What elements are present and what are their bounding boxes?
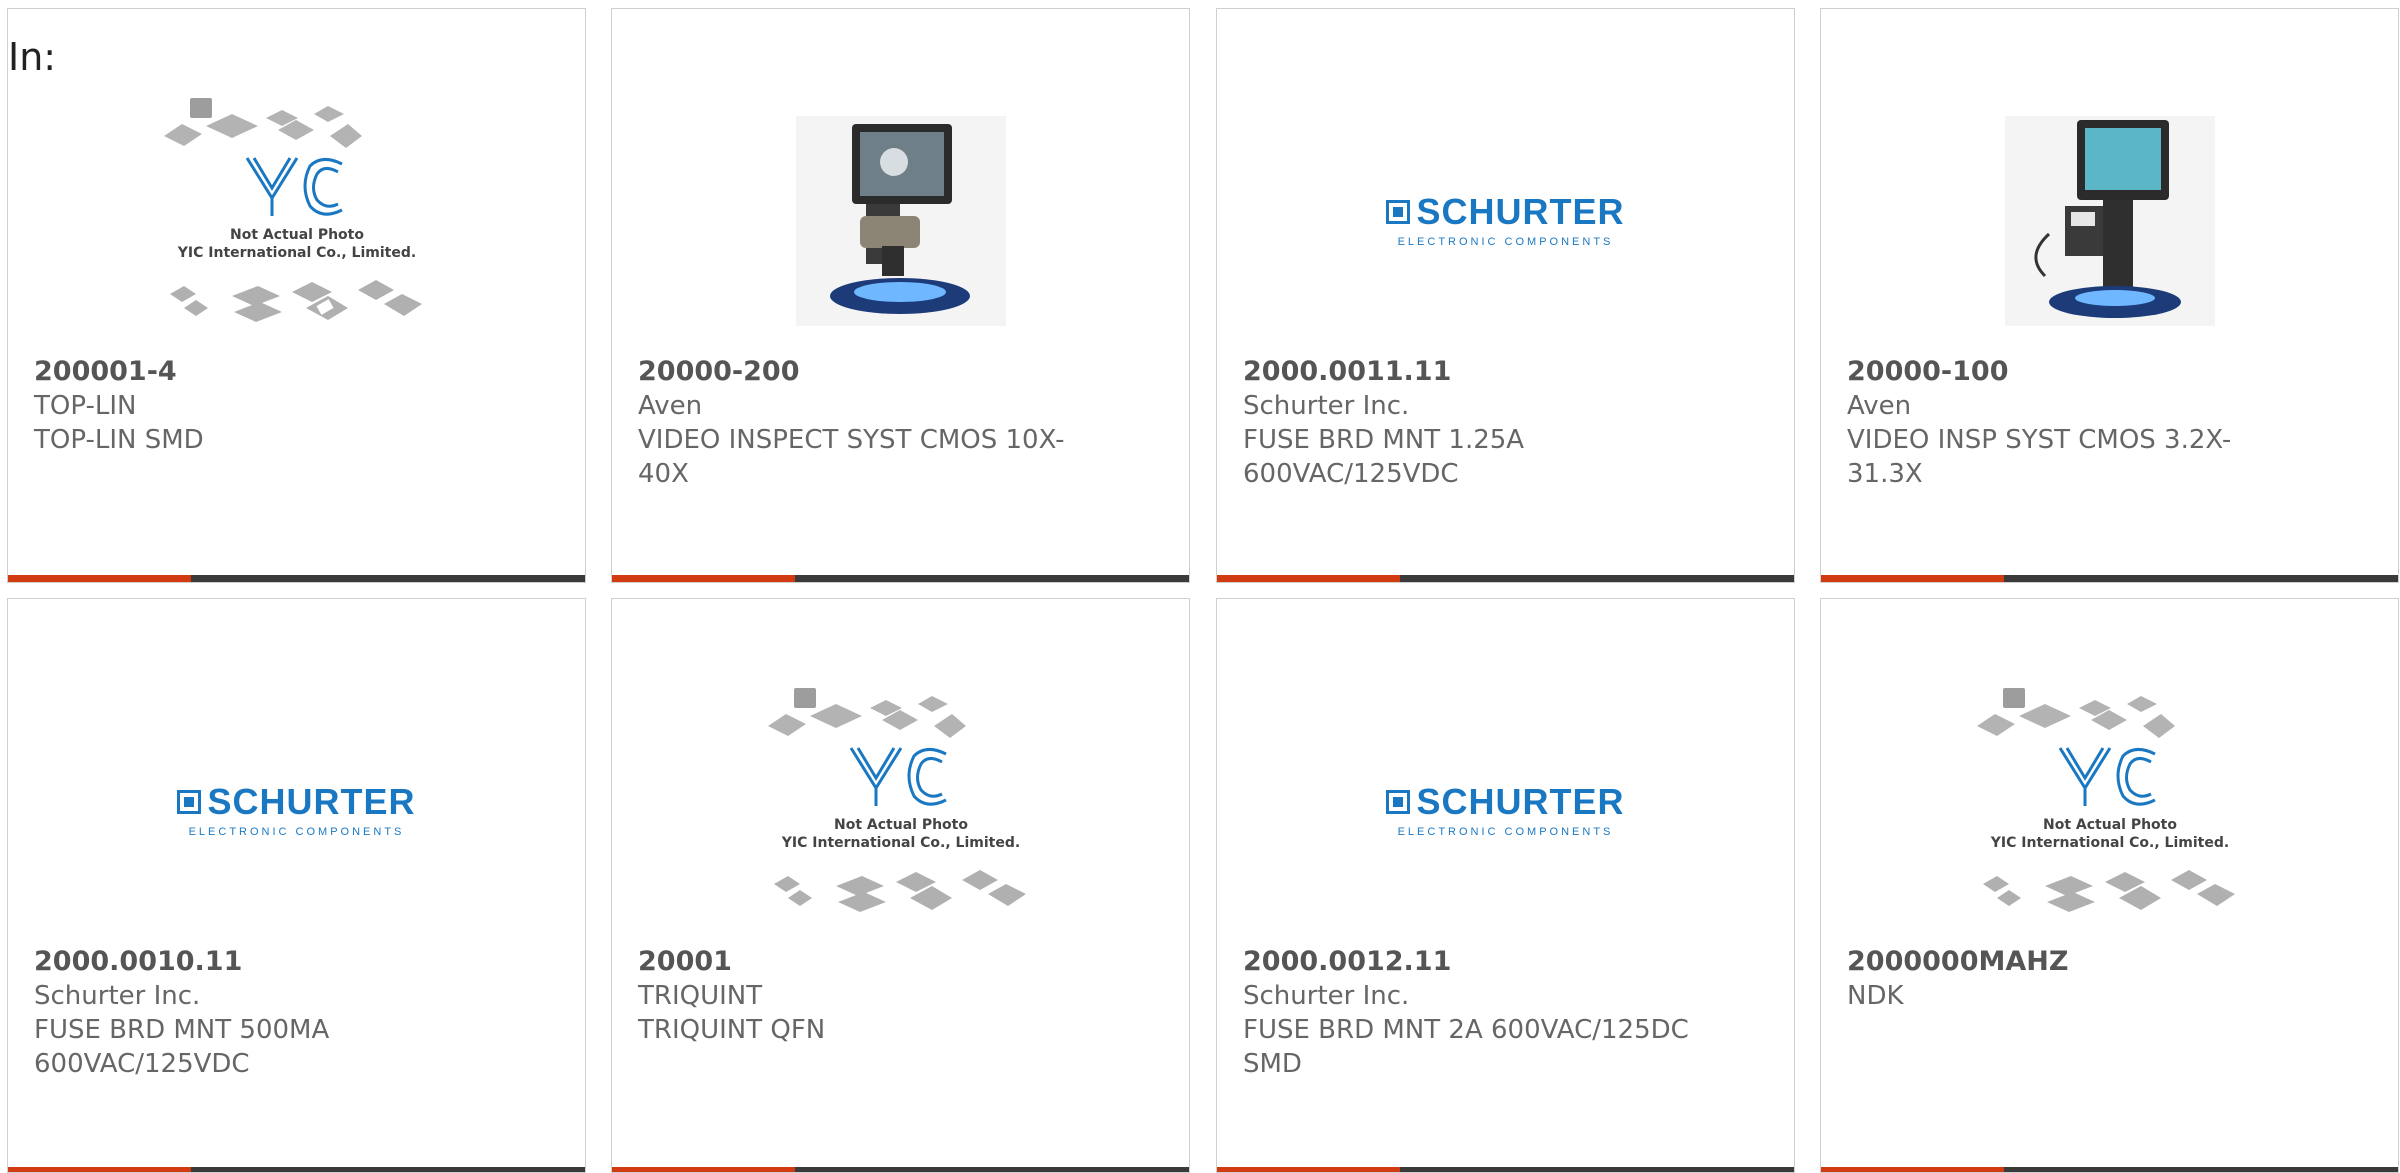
placeholder-line1: Not Actual Photo [230, 227, 364, 243]
schurter-tagline: ELECTRONIC COMPONENTS [1397, 826, 1614, 838]
manufacturer: Schurter Inc. [1243, 391, 1410, 421]
schurter-logo: SCHURTER ELECTRONIC COMPONENTS [177, 784, 415, 838]
video-inspection-system-image [2004, 116, 2215, 326]
description: FUSE BRD MNT 1.25A 600VAC/125VDC [1243, 425, 1525, 489]
description: TOP-LIN SMD [34, 425, 204, 455]
product-card[interactable]: Not Actual Photo YIC International Co., … [7, 8, 586, 583]
schurter-mark-icon [1386, 200, 1411, 224]
part-number: 2000.0011.11 [1243, 356, 1452, 387]
product-card[interactable]: SCHURTER ELECTRONIC COMPONENTS 2000.0010… [7, 598, 586, 1173]
schurter-wordmark: SCHURTER [1416, 781, 1625, 822]
schurter-tagline: ELECTRONIC COMPONENTS [188, 826, 405, 838]
manufacturer: Aven [1847, 391, 1912, 421]
part-number: 20000-200 [638, 356, 800, 387]
schurter-wordmark: SCHURTER [1416, 191, 1625, 232]
part-number: 20000-100 [1847, 356, 2009, 387]
part-number: 2000.0012.11 [1243, 946, 1452, 977]
part-number: 200001-4 [34, 356, 177, 387]
product-image: Not Actual Photo YIC International Co., … [8, 91, 585, 351]
manufacturer: NDK [1847, 981, 1904, 1011]
card-accent-bar [1217, 575, 1794, 582]
card-accent-bar [1821, 1167, 2398, 1172]
placeholder-line2: YIC International Co., Limited. [176, 245, 415, 261]
schurter-mark-icon [1386, 790, 1411, 814]
product-card[interactable]: 20000-200 Aven VIDEO INSPECT SYST CMOS 1… [611, 8, 1190, 583]
product-image: Not Actual Photo YIC International Co., … [1821, 681, 2398, 941]
placeholder-line2: YIC International Co., Limited. [1989, 835, 2228, 851]
manufacturer: Schurter Inc. [34, 981, 201, 1011]
product-image [612, 91, 1189, 351]
product-image: SCHURTER ELECTRONIC COMPONENTS [1217, 91, 1794, 351]
video-inspection-system-image [795, 116, 1006, 326]
card-accent-bar [8, 575, 585, 582]
card-accent-bar [612, 1167, 1189, 1172]
product-card[interactable]: SCHURTER ELECTRONIC COMPONENTS 2000.0012… [1216, 598, 1795, 1173]
schurter-logo: SCHURTER ELECTRONIC COMPONENTS [1386, 194, 1624, 248]
manufacturer: TOP-LIN [34, 391, 137, 421]
product-image [1821, 91, 2398, 351]
placeholder-line1: Not Actual Photo [834, 817, 968, 833]
part-number: 2000000MAHZ [1847, 946, 2069, 977]
placeholder-line1: Not Actual Photo [2043, 817, 2177, 833]
placeholder-line2: YIC International Co., Limited. [780, 835, 1019, 851]
yic-placeholder-image: Not Actual Photo YIC International Co., … [163, 98, 422, 322]
product-image: Not Actual Photo YIC International Co., … [612, 681, 1189, 941]
yic-placeholder-image: Not Actual Photo YIC International Co., … [767, 688, 1026, 912]
part-number: 20001 [638, 946, 732, 977]
product-card[interactable]: Not Actual Photo YIC International Co., … [1820, 598, 2399, 1173]
schurter-logo: SCHURTER ELECTRONIC COMPONENTS [1386, 784, 1624, 838]
schurter-tagline: ELECTRONIC COMPONENTS [1397, 236, 1614, 248]
card-accent-bar [1217, 1167, 1794, 1172]
card-accent-bar [612, 575, 1189, 582]
in-label: In: [8, 35, 57, 79]
description: TRIQUINT QFN [638, 1015, 826, 1045]
manufacturer: Schurter Inc. [1243, 981, 1410, 1011]
product-card[interactable]: SCHURTER ELECTRONIC COMPONENTS 2000.0011… [1216, 8, 1795, 583]
product-card[interactable]: 20000-100 Aven VIDEO INSP SYST CMOS 3.2X… [1820, 8, 2399, 583]
card-accent-bar [1821, 575, 2398, 582]
product-card[interactable]: Not Actual Photo YIC International Co., … [611, 598, 1190, 1173]
card-accent-bar [8, 1167, 585, 1172]
description: FUSE BRD MNT 500MA 600VAC/125VDC [34, 1015, 330, 1079]
manufacturer: Aven [638, 391, 703, 421]
product-image: SCHURTER ELECTRONIC COMPONENTS [8, 681, 585, 941]
description: VIDEO INSP SYST CMOS 3.2X-31.3X [1847, 425, 2232, 489]
yic-placeholder-image: Not Actual Photo YIC International Co., … [1976, 688, 2235, 912]
manufacturer: TRIQUINT [638, 981, 763, 1011]
description: FUSE BRD MNT 2A 600VAC/125DC SMD [1243, 1015, 1689, 1079]
product-image: SCHURTER ELECTRONIC COMPONENTS [1217, 681, 1794, 941]
description: VIDEO INSPECT SYST CMOS 10X-40X [638, 425, 1065, 489]
schurter-wordmark: SCHURTER [207, 781, 416, 822]
part-number: 2000.0010.11 [34, 946, 243, 977]
schurter-mark-icon [177, 790, 202, 814]
